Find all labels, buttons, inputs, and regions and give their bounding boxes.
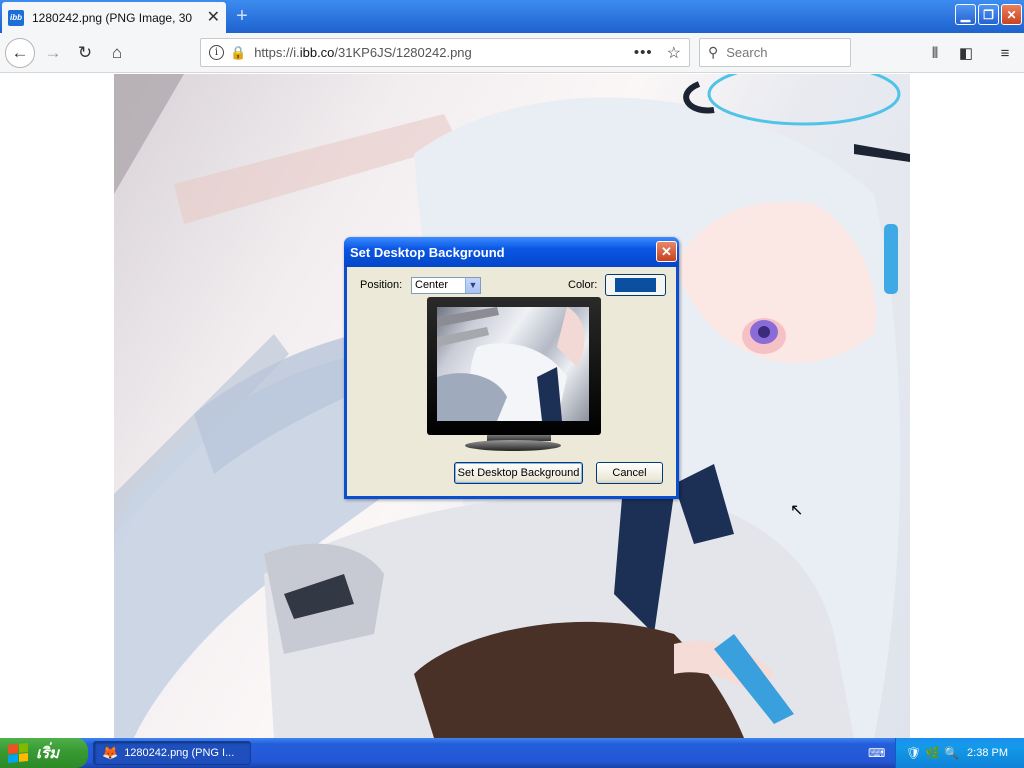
start-label: เริ่ม <box>36 745 60 762</box>
taskbar: เริ่ม 🦊 1280242.png (PNG I... ⌨ 🛡 🌿 🔍 2:… <box>0 738 1024 768</box>
preview-screen <box>437 307 589 421</box>
tab-close-icon[interactable]: ✕ <box>207 9 220 26</box>
bookmark-star-icon[interactable]: ☆ <box>667 43 681 63</box>
firefox-icon: 🦊 <box>102 745 119 760</box>
site-info-icon[interactable]: i <box>209 45 224 60</box>
back-button[interactable]: ← <box>5 38 35 68</box>
clock: 2:38 PM <box>967 747 1008 759</box>
ibb-favicon-icon: ibb <box>8 9 24 26</box>
monitor-stand-base <box>465 440 561 451</box>
color-picker-button[interactable] <box>605 274 666 296</box>
set-desktop-background-button[interactable]: Set Desktop Background <box>454 462 583 484</box>
browser-titlebar: ibb 1280242.png (PNG Image, 3056 × 3056 … <box>0 0 1024 33</box>
monitor-preview <box>427 297 601 435</box>
windows-logo-icon <box>8 742 28 764</box>
search-icon: ⚲ <box>708 44 719 60</box>
lock-icon: 🔒 <box>230 44 247 60</box>
preview-thumbnail <box>437 307 585 421</box>
window-controls: ▁ ❐ ✕ <box>955 4 1022 25</box>
library-icon[interactable]: ⫴ <box>924 42 946 64</box>
dialog-close-button[interactable]: ✕ <box>656 241 677 262</box>
system-tray: 🛡 🌿 🔍 2:38 PM <box>895 738 1024 768</box>
taskbar-item-firefox[interactable]: 🦊 1280242.png (PNG I... <box>93 741 251 765</box>
navigation-toolbar: ← → ↻ ⌂ i 🔒 https://i.ibb.co/31KP6JS/128… <box>0 33 1024 73</box>
chevron-down-icon[interactable]: ▼ <box>465 278 480 293</box>
tab-title: 1280242.png (PNG Image, 3056 × 3056 pixe… <box>32 10 192 25</box>
start-button[interactable]: เริ่ม <box>0 738 88 768</box>
minimize-button[interactable]: ▁ <box>955 4 976 25</box>
position-label: Position: <box>360 279 403 291</box>
network-icon[interactable]: 🌿 <box>925 746 940 760</box>
url-host: ibb.co <box>299 45 335 60</box>
url-path: /31KP6JS/1280242.png <box>334 45 472 60</box>
position-select[interactable]: Center ▼ <box>411 277 481 294</box>
set-desktop-background-dialog: Set Desktop Background ✕ Position: Cente… <box>344 237 679 499</box>
position-value: Center <box>415 279 449 291</box>
url-text[interactable]: https://i.ibb.co/31KP6JS/1280242.png <box>254 45 472 60</box>
url-bar[interactable]: i 🔒 https://i.ibb.co/31KP6JS/1280242.png… <box>200 38 690 67</box>
home-button[interactable]: ⌂ <box>102 38 132 68</box>
keyboard-icon[interactable]: ⌨ <box>868 746 885 760</box>
page-actions-icon[interactable]: ••• <box>634 44 653 61</box>
security-shield-icon[interactable]: 🛡 <box>906 746 921 760</box>
window-close-button[interactable]: ✕ <box>1001 4 1022 25</box>
restore-button[interactable]: ❐ <box>978 4 999 25</box>
color-swatch <box>615 278 656 292</box>
new-tab-button[interactable]: + <box>232 5 252 27</box>
forward-button[interactable]: → <box>38 38 68 68</box>
sidebar-icon[interactable]: ◧ <box>955 42 977 64</box>
search-tray-icon[interactable]: 🔍 <box>944 746 959 760</box>
menu-icon[interactable]: ≡ <box>994 42 1016 64</box>
color-label: Color: <box>568 279 598 291</box>
browser-tab[interactable]: ibb 1280242.png (PNG Image, 3056 × 3056 … <box>2 2 226 33</box>
taskbar-item-label: 1280242.png (PNG I... <box>124 747 235 759</box>
cancel-button[interactable]: Cancel <box>596 462 663 484</box>
search-placeholder: Search <box>726 45 768 60</box>
search-input[interactable]: ⚲ Search <box>699 38 851 67</box>
mouse-cursor-icon: ↖ <box>790 502 804 519</box>
dialog-titlebar: Set Desktop Background ✕ <box>344 237 679 267</box>
dialog-title: Set Desktop Background <box>350 244 505 260</box>
reload-button[interactable]: ↻ <box>70 38 100 68</box>
url-prefix: https://i. <box>254 45 300 60</box>
